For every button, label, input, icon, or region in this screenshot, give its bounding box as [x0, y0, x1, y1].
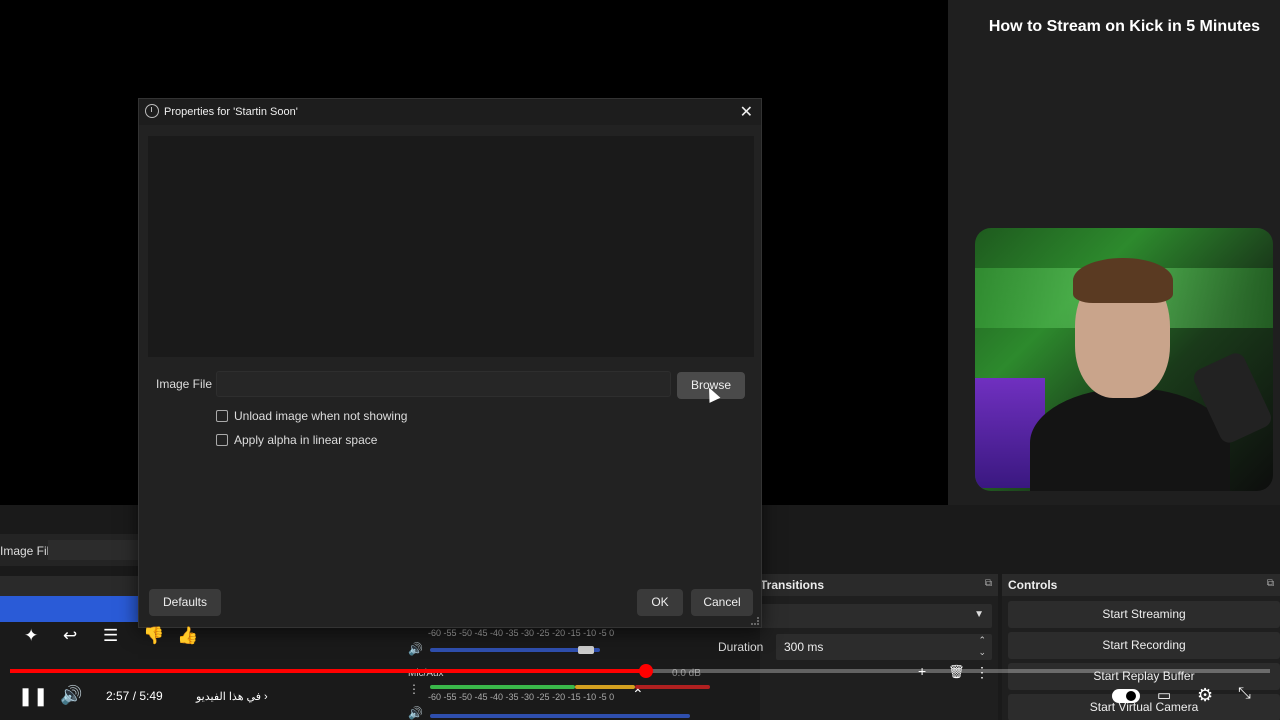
mixer-volume-bar [430, 648, 600, 652]
captions-icon[interactable]: ▭ [1157, 686, 1171, 704]
chapter-label: في هذا الفيديو [196, 691, 261, 703]
dialog-title-bar: Properties for 'Startin Soon' ✕ [139, 99, 761, 125]
dialog-title: Properties for 'Startin Soon' [164, 106, 298, 118]
speaker-icon-2[interactable]: 🔊 [408, 706, 423, 720]
cancel-button[interactable]: Cancel [691, 589, 753, 616]
share-icon[interactable]: ↩ [63, 626, 77, 646]
webcam-overlay [975, 228, 1273, 491]
mixer-scale-2: -60 -55 -50 -45 -40 -35 -30 -25 -20 -15 … [428, 692, 615, 702]
speaker-icon[interactable]: 🔊 [408, 642, 423, 656]
obs-properties-strip: Image File [0, 534, 138, 566]
comment-icon[interactable]: ☰ [103, 626, 118, 646]
chevron-down-icon: ▼ [974, 609, 984, 620]
webcam-person-hair [1073, 258, 1173, 303]
start-streaming-button[interactable]: Start Streaming [1008, 601, 1280, 628]
properties-dialog: Properties for 'Startin Soon' ✕ Image Fi… [138, 98, 762, 628]
mixer-meter-yellow [575, 685, 635, 689]
menu-icon[interactable]: ⋮ [975, 664, 989, 681]
dislike-icon[interactable]: 👎 [143, 626, 164, 646]
transition-select[interactable]: ▼ [760, 604, 992, 628]
obs-image-file-box[interactable] [48, 540, 138, 560]
mixer-meter-red [635, 685, 710, 689]
video-progress-fill [10, 669, 647, 673]
mixer-meter-green [430, 685, 575, 689]
duration-spinner-icon[interactable]: ⌃ ⌄ [978, 634, 986, 658]
add-icon[interactable]: + [918, 663, 926, 679]
scene-selected-item[interactable] [0, 596, 138, 622]
linear-alpha-label: Apply alpha in linear space [234, 433, 378, 447]
duration-value: 300 ms [784, 640, 824, 654]
start-recording-button[interactable]: Start Recording [1008, 632, 1280, 659]
transitions-title: Transitions [760, 578, 825, 592]
duration-input[interactable]: 300 ms ⌃ ⌄ [776, 634, 992, 660]
image-file-input[interactable] [216, 371, 671, 397]
unload-image-label: Unload image when not showing [234, 409, 408, 423]
fullscreen-exit-icon[interactable]: ⤡ [1238, 685, 1251, 703]
resize-grip[interactable] [751, 617, 759, 625]
chevron-up-icon[interactable]: ⌃ [632, 686, 644, 703]
unload-image-checkbox[interactable] [216, 410, 228, 422]
duration-label: Duration [718, 640, 764, 654]
scenes-header [0, 576, 138, 596]
mixer-volume-bar-2 [430, 714, 690, 718]
volume-icon[interactable]: 🔊 [60, 685, 82, 706]
ask-icon[interactable]: ✦ [24, 626, 38, 646]
settings-icon[interactable]: ⚙ [1197, 685, 1213, 706]
chapter-title[interactable]: في هذا الفيديو › [196, 690, 268, 703]
linear-alpha-checkbox-row[interactable]: Apply alpha in linear space [216, 433, 377, 447]
defaults-button[interactable]: Defaults [149, 589, 221, 616]
ok-button[interactable]: OK [637, 589, 683, 616]
webcam-person-body [1030, 388, 1230, 491]
video-title: How to Stream on Kick in 5 Minutes [988, 18, 1260, 35]
undock-icon[interactable]: ⧉ [1267, 578, 1274, 589]
video-progress-bar[interactable] [10, 664, 1270, 678]
source-preview [148, 136, 754, 357]
controls-title: Controls [1008, 578, 1058, 592]
close-icon[interactable]: ✕ [740, 102, 753, 122]
transitions-panel: Transitions ⧉ ▼ Duration 300 ms ⌃ ⌄ [718, 574, 998, 720]
autoplay-toggle[interactable] [1112, 689, 1140, 703]
info-icon [145, 104, 159, 118]
video-time: 2:57 / 5:49 [106, 689, 163, 703]
undock-icon[interactable]: ⧉ [985, 578, 992, 589]
unload-image-checkbox-row[interactable]: Unload image when not showing [216, 409, 407, 423]
linear-alpha-checkbox[interactable] [216, 434, 228, 446]
mixer-volume-handle[interactable] [578, 646, 594, 654]
mixer-scale: -60 -55 -50 -45 -40 -35 -30 -25 -20 -15 … [428, 628, 615, 638]
trash-icon[interactable]: 🗑 [948, 664, 965, 680]
image-file-label: Image File [156, 377, 213, 391]
like-icon[interactable]: 👍 [177, 626, 198, 646]
pause-icon[interactable]: ❚❚ [18, 686, 48, 707]
mixer-menu-icon[interactable]: ⋮ [408, 682, 420, 696]
